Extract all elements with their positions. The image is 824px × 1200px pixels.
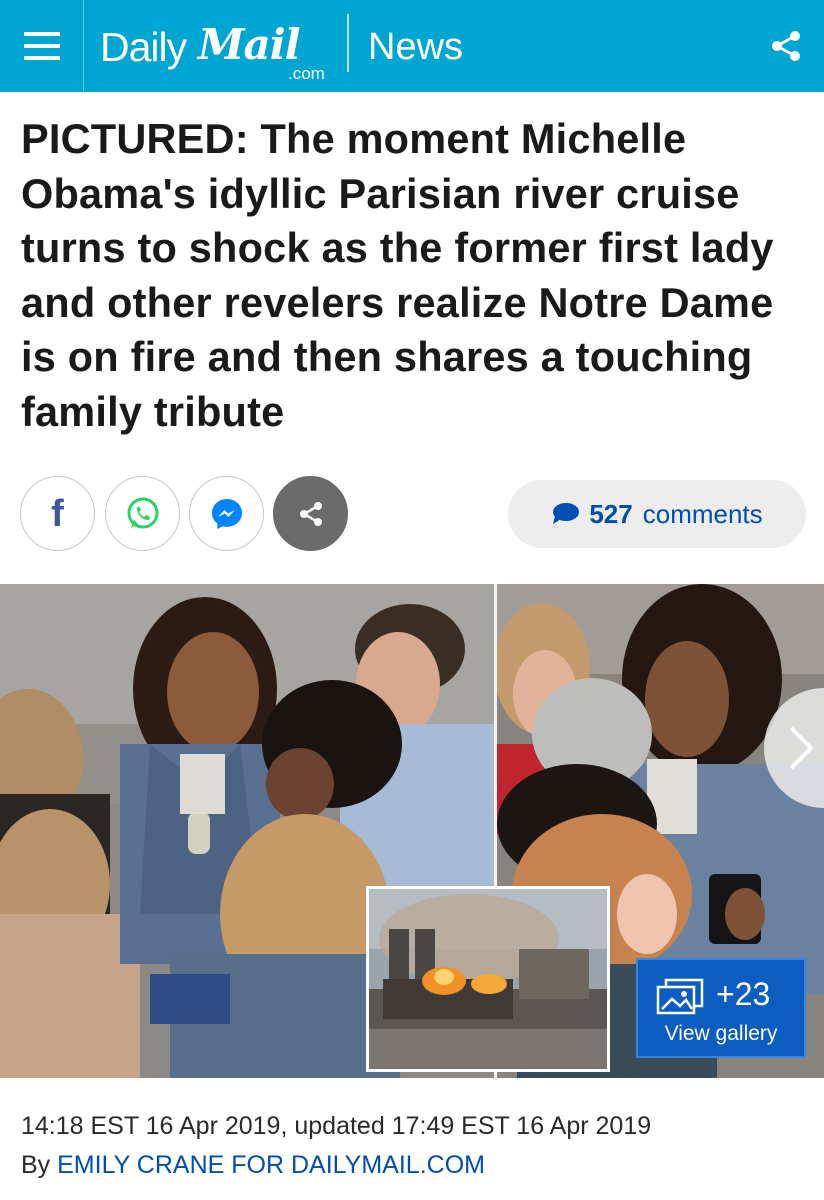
gallery-count: +23 [716, 976, 771, 1012]
share-icon[interactable] [768, 28, 804, 64]
gallery-label: View gallery [664, 1022, 778, 1045]
comments-label: comments [642, 498, 763, 529]
comments-button[interactable]: 527 comments [508, 480, 806, 548]
author-link[interactable]: EMILY CRANE FOR DAILYMAIL.COM [57, 1151, 485, 1179]
inset-photo-notre-dame-fire [366, 886, 610, 1072]
article-headline: PICTURED: The moment Michelle Obama's id… [21, 115, 774, 435]
messenger-share-button[interactable] [189, 476, 264, 551]
article-timestamp: 14:18 EST 16 Apr 2019, updated 17:49 EST… [21, 1112, 652, 1140]
logo-mail-text: Mail [198, 20, 301, 69]
facebook-icon: f [51, 493, 64, 535]
site-header: Daily Mail .com News [0, 0, 824, 92]
comments-count: 527 [589, 498, 633, 529]
logo-com-text: .com [288, 64, 325, 83]
gallery-icon [656, 978, 704, 1015]
more-share-button[interactable] [273, 476, 348, 551]
share-icon [299, 501, 322, 526]
section-label[interactable]: News [368, 26, 463, 69]
comment-bubble-icon [553, 503, 580, 524]
view-gallery-button[interactable]: +23 View gallery [636, 958, 806, 1058]
whatsapp-share-button[interactable] [105, 476, 180, 551]
notre-dame-fire-image [369, 889, 607, 1069]
hamburger-menu-icon [23, 32, 60, 60]
byline-prefix: By [21, 1151, 58, 1179]
messenger-icon [211, 498, 242, 529]
article-main-image[interactable]: +23 View gallery [0, 584, 824, 1078]
logo-daily-text: Daily [100, 24, 187, 70]
menu-button[interactable] [0, 0, 84, 92]
facebook-share-button[interactable]: f [20, 476, 95, 551]
chevron-right-icon [789, 726, 814, 770]
whatsapp-icon [127, 497, 158, 528]
article-byline: By EMILY CRANE FOR DAILYMAIL.COM [21, 1151, 485, 1180]
header-divider [347, 14, 349, 72]
